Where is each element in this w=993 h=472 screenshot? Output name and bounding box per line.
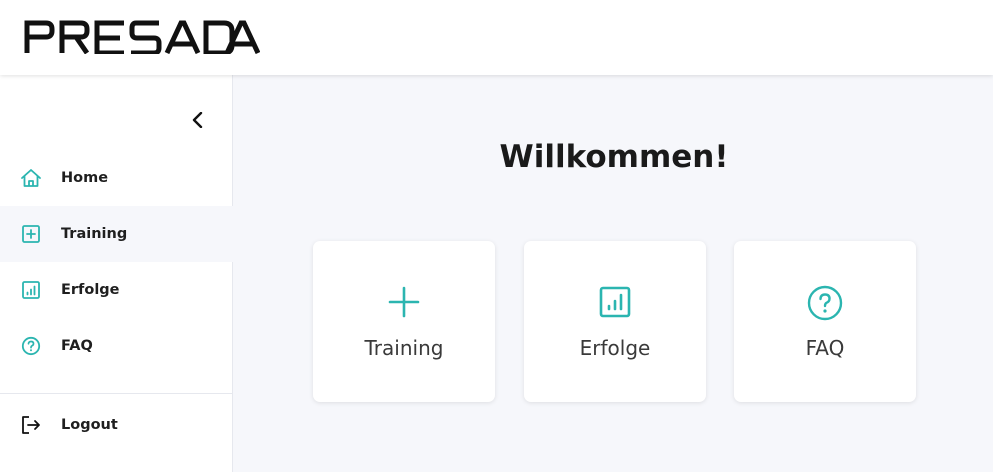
bar-chart-icon — [20, 279, 42, 301]
app-header — [0, 0, 993, 75]
bar-chart-icon — [524, 285, 706, 319]
question-circle-icon — [734, 285, 916, 321]
plus-icon — [313, 285, 495, 319]
card-label: FAQ — [805, 336, 845, 360]
presada-logo[interactable] — [24, 20, 260, 56]
sidebar-item-home[interactable]: Home — [0, 150, 233, 206]
main-content: Willkommen! Training Erfolge FAQ — [234, 75, 993, 472]
logo-wordmark — [24, 20, 260, 54]
plus-square-icon — [20, 223, 42, 245]
sidebar-item-faq[interactable]: FAQ — [0, 318, 233, 374]
chevron-left-icon — [192, 112, 203, 128]
question-circle-icon — [20, 335, 42, 357]
card-label: Erfolge — [579, 336, 651, 360]
card-training[interactable]: Training — [313, 241, 495, 402]
sidebar-item-label: Erfolge — [61, 282, 120, 298]
collapse-sidebar-button[interactable] — [186, 108, 210, 132]
card-faq[interactable]: FAQ — [734, 241, 916, 402]
sidebar-item-label: Training — [61, 226, 128, 242]
home-icon — [20, 167, 42, 189]
card-erfolge[interactable]: Erfolge — [524, 241, 706, 402]
sidebar-item-erfolge[interactable]: Erfolge — [0, 262, 233, 318]
sidebar-item-label: Home — [61, 170, 109, 186]
logout-icon — [20, 414, 42, 436]
sidebar-item-training[interactable]: Training — [0, 206, 233, 262]
sidebar: Home Training Erfolge FAQ Logout — [0, 75, 233, 472]
page-title: Willkommen! — [499, 139, 729, 175]
sidebar-item-label: FAQ — [61, 338, 93, 354]
card-label: Training — [364, 336, 444, 360]
logout-label: Logout — [61, 417, 118, 433]
sidebar-divider — [0, 393, 233, 394]
logout-button[interactable]: Logout — [0, 397, 233, 453]
